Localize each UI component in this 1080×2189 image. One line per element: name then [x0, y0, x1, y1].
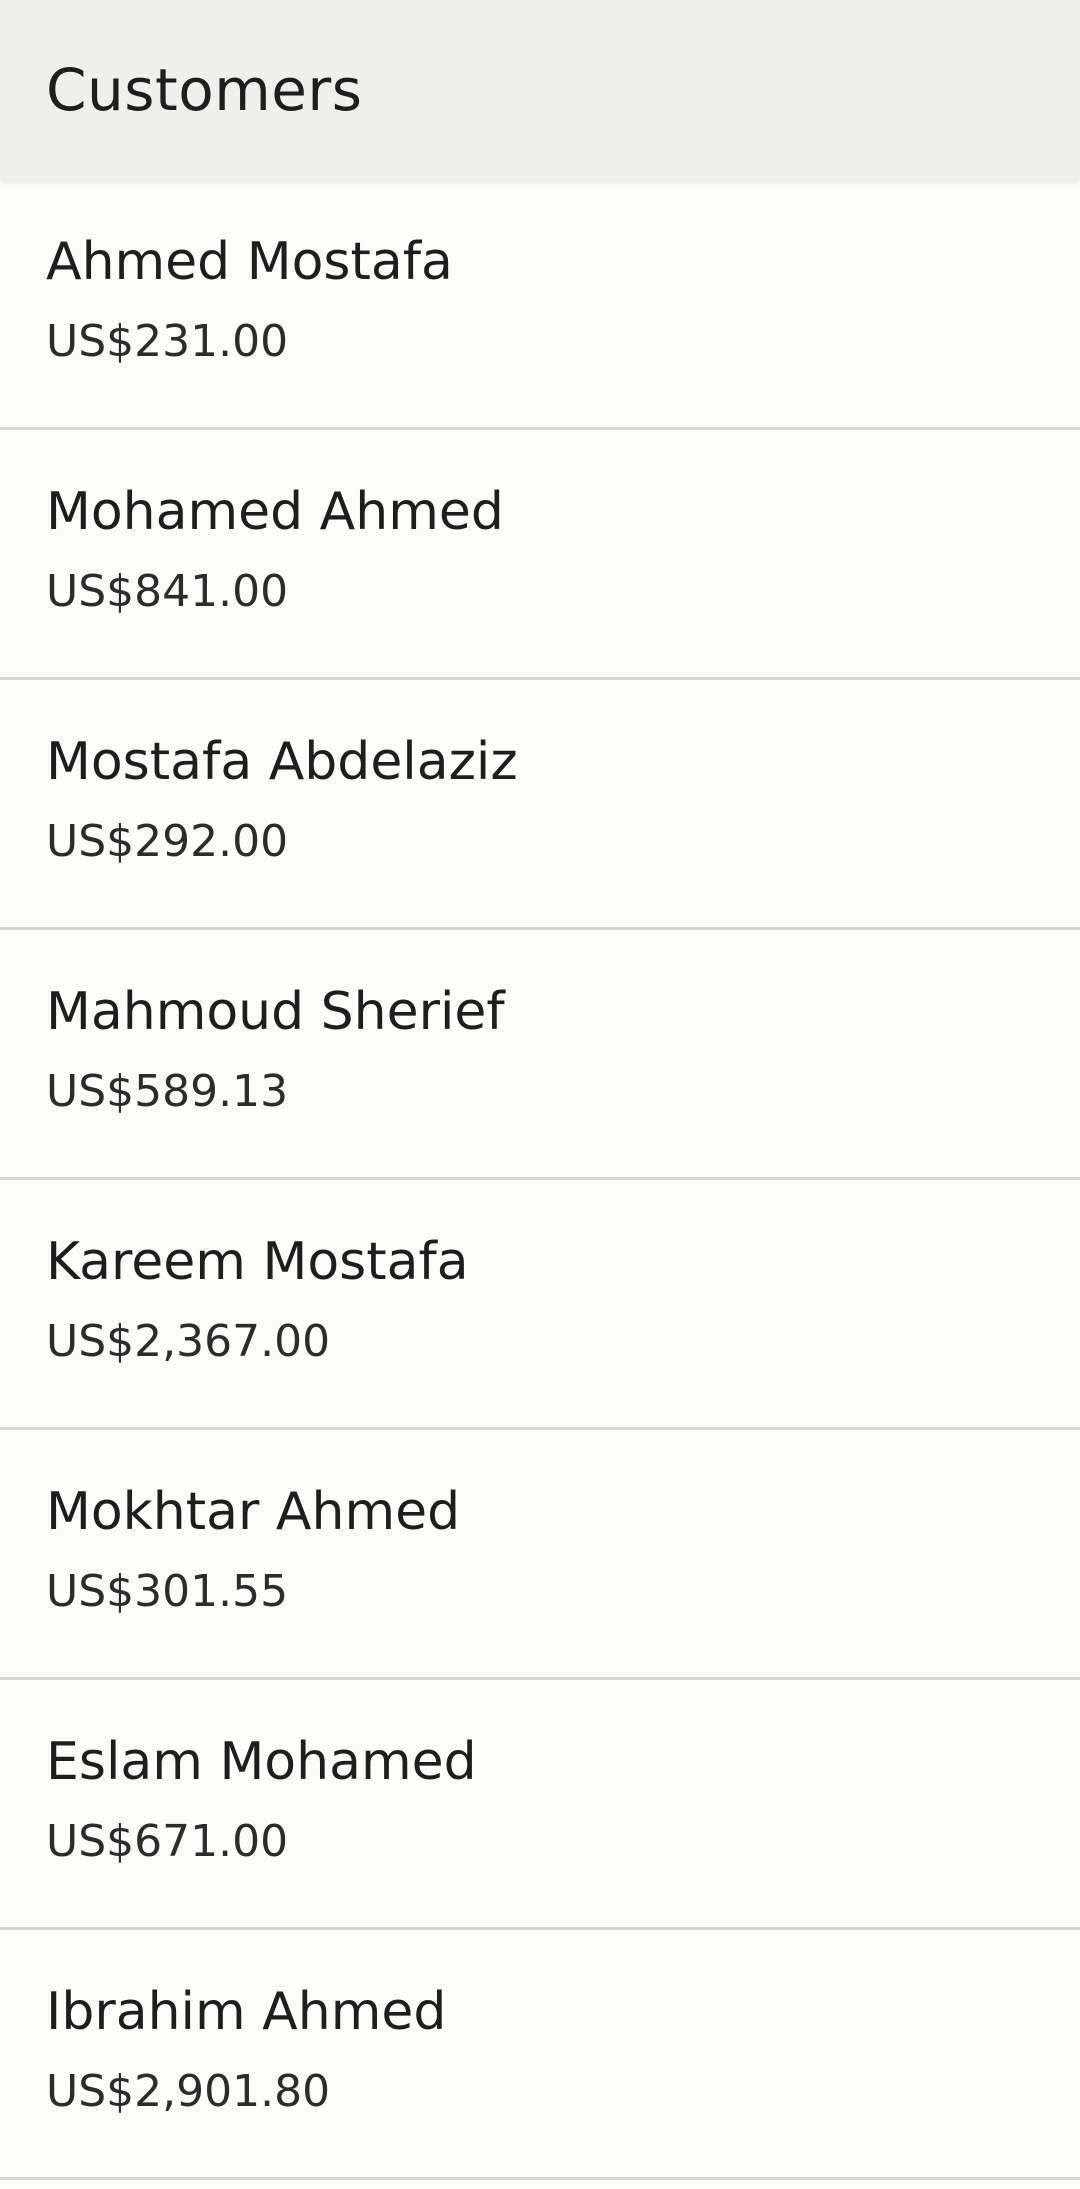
customer-amount: US$2,367.00: [46, 1316, 331, 1367]
customer-amount: US$301.55: [46, 1566, 289, 1617]
customer-row[interactable]: Kareem Mostafa US$2,367.00: [0, 1180, 1080, 1430]
customer-row[interactable]: Eslam Mohamed US$671.00: [0, 1680, 1080, 1930]
customer-row[interactable]: Ahmed Mostafa US$231.00: [0, 180, 1080, 430]
customer-name: Ibrahim Ahmed: [46, 1982, 447, 2042]
page-title: Customers: [46, 56, 363, 124]
customer-name: Mohamed Ahmed: [46, 482, 504, 542]
customer-row[interactable]: Mahmoud Sherief US$589.13: [0, 930, 1080, 1180]
customer-amount: US$231.00: [46, 316, 289, 367]
customer-amount: US$841.00: [46, 566, 289, 617]
customer-name: Mokhtar Ahmed: [46, 1482, 461, 1542]
customer-name: Mostafa Abdelaziz: [46, 732, 518, 792]
app-bar: Customers: [0, 0, 1080, 180]
customer-amount: US$292.00: [46, 816, 289, 867]
customer-row[interactable]: Mohamed Ahmed US$841.00: [0, 430, 1080, 680]
customer-name: Kareem Mostafa: [46, 1232, 469, 1292]
customer-amount: US$589.13: [46, 1066, 289, 1117]
customer-name: Mahmoud Sherief: [46, 982, 505, 1042]
customer-name: Ahmed Mostafa: [46, 232, 453, 292]
customer-row[interactable]: Mostafa Abdelaziz US$292.00: [0, 680, 1080, 930]
customer-row[interactable]: Ibrahim Ahmed US$2,901.80: [0, 1930, 1080, 2180]
customer-name: Eslam Mohamed: [46, 1732, 477, 1792]
customer-amount: US$671.00: [46, 1816, 289, 1867]
customer-row[interactable]: Mokhtar Ahmed US$301.55: [0, 1430, 1080, 1680]
customer-amount: US$2,901.80: [46, 2066, 331, 2117]
customer-list: Ahmed Mostafa US$231.00 Mohamed Ahmed US…: [0, 180, 1080, 2180]
